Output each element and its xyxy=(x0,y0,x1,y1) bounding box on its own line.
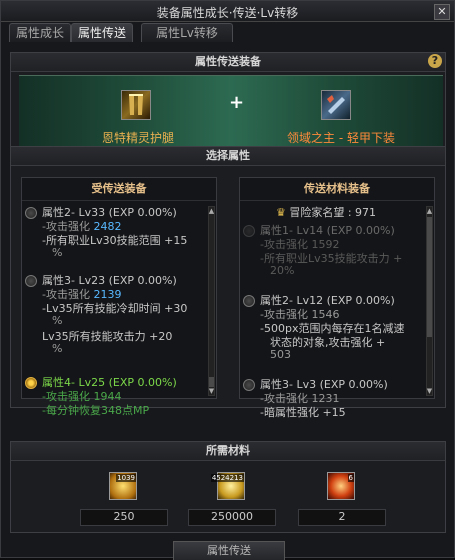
scroll-down-icon[interactable]: ▼ xyxy=(426,387,433,395)
adventurer-fame: ♛ 冒险家名望 : 971 xyxy=(276,206,377,219)
receiving-equipment-header: 受传送装备 xyxy=(22,178,216,201)
left-attr2-line3: % xyxy=(52,246,63,259)
adventurer-fame-text: 冒险家名望 : 971 xyxy=(289,206,377,219)
left-attr4-line2: -每分钟恢复348点MP xyxy=(42,404,150,417)
gold-coins-count: 4524213 xyxy=(210,474,244,482)
required-materials-header: 所需材料 xyxy=(11,442,445,461)
left-attr3-line3: % xyxy=(52,314,63,327)
tab-attribute-transfer[interactable]: 属性传送 xyxy=(71,23,133,42)
gold-coins-icon[interactable]: 4524213 xyxy=(210,472,245,500)
left-attr2-line2: -所有职业Lv30技能范围 +15 xyxy=(42,234,188,247)
right-radio-attr3[interactable] xyxy=(243,379,255,391)
tab-attribute-growth[interactable]: 属性成长 xyxy=(9,23,71,42)
right-scroll-thumb[interactable] xyxy=(427,217,432,337)
tab-attribute-lv-transfer[interactable]: 属性Lv转移 xyxy=(141,23,233,42)
scroll-up-icon[interactable]: ▲ xyxy=(426,207,433,215)
right-scrollbar[interactable]: ▲ ▼ xyxy=(426,206,433,396)
leg-armor-icon xyxy=(129,94,143,115)
left-attr3-line5: % xyxy=(52,342,63,355)
attribute-transfer-button[interactable]: 属性传送 xyxy=(173,541,285,560)
scroll-up-icon[interactable]: ▲ xyxy=(208,207,215,215)
transfer-equipment-header: 属性传送装备 xyxy=(11,53,445,72)
required-materials-panel: 所需材料 1039 4524213 6 250 250000 2 xyxy=(10,441,446,533)
right-attr1-line3: 20% xyxy=(270,264,295,277)
material-equipment-header: 传送材料装备 xyxy=(240,178,434,201)
fire-stone-qty: 2 xyxy=(298,509,386,526)
scroll-down-icon[interactable]: ▼ xyxy=(208,387,215,395)
equipment-window: 装备属性成长·传送·Lv转移 ✕ 属性成长 属性传送 属性Lv转移 属性传送装备… xyxy=(0,0,455,560)
right-attr2-line4: 503 xyxy=(270,348,291,361)
right-radio-attr1 xyxy=(243,225,255,237)
gold-crystal-count: 1039 xyxy=(116,474,136,482)
material-equipment-column: 传送材料装备 ♛ 冒险家名望 : 971 属性1- Lv14 (EXP 0.00… xyxy=(239,177,435,419)
left-scrollbar[interactable]: ▲ ▼ xyxy=(208,206,215,396)
left-radio-attr4[interactable] xyxy=(25,377,37,389)
title-bar[interactable]: 装备属性成长·传送·Lv转移 ✕ xyxy=(1,1,454,22)
right-attr3-line2: -暗属性强化 +15 xyxy=(260,406,346,419)
gold-crystal-qty: 250 xyxy=(80,509,168,526)
left-attr3-line2: -Lv35所有技能冷却时间 +30 xyxy=(42,302,188,315)
source-item-name: 恩特精灵护腿 xyxy=(101,131,174,145)
select-attribute-header: 选择属性 xyxy=(11,147,445,166)
fire-stone-icon[interactable]: 6 xyxy=(327,472,355,500)
select-attribute-panel: 选择属性 受传送装备 属性2- Lv33 (EXP 0.00%) -攻击强化 2… xyxy=(10,146,446,419)
left-radio-attr3[interactable] xyxy=(25,275,37,287)
target-equipment-slot[interactable] xyxy=(321,90,351,120)
close-icon[interactable]: ✕ xyxy=(434,4,450,20)
fire-stone-count: 6 xyxy=(347,474,354,482)
gold-coins-qty: 250000 xyxy=(188,509,276,526)
left-radio-attr2[interactable] xyxy=(25,207,37,219)
transfer-equipment-panel: 属性传送装备 ? + 恩特精灵护腿 领域之主 - 轻甲下装 xyxy=(10,52,446,149)
gold-crystal-icon[interactable]: 1039 xyxy=(109,472,137,500)
light-armor-icon xyxy=(327,95,345,114)
receiving-equipment-column: 受传送装备 属性2- Lv33 (EXP 0.00%) -攻击强化 2482 -… xyxy=(21,177,217,417)
right-radio-attr2[interactable] xyxy=(243,295,255,307)
help-icon[interactable]: ? xyxy=(428,54,442,68)
left-scroll-thumb[interactable] xyxy=(209,377,214,387)
source-equipment-slot[interactable] xyxy=(121,90,151,120)
target-item-name: 领域之主 - 轻甲下装 xyxy=(287,131,395,145)
window-title: 装备属性成长·传送·Lv转移 xyxy=(156,6,299,20)
plus-sign: + xyxy=(229,92,245,113)
